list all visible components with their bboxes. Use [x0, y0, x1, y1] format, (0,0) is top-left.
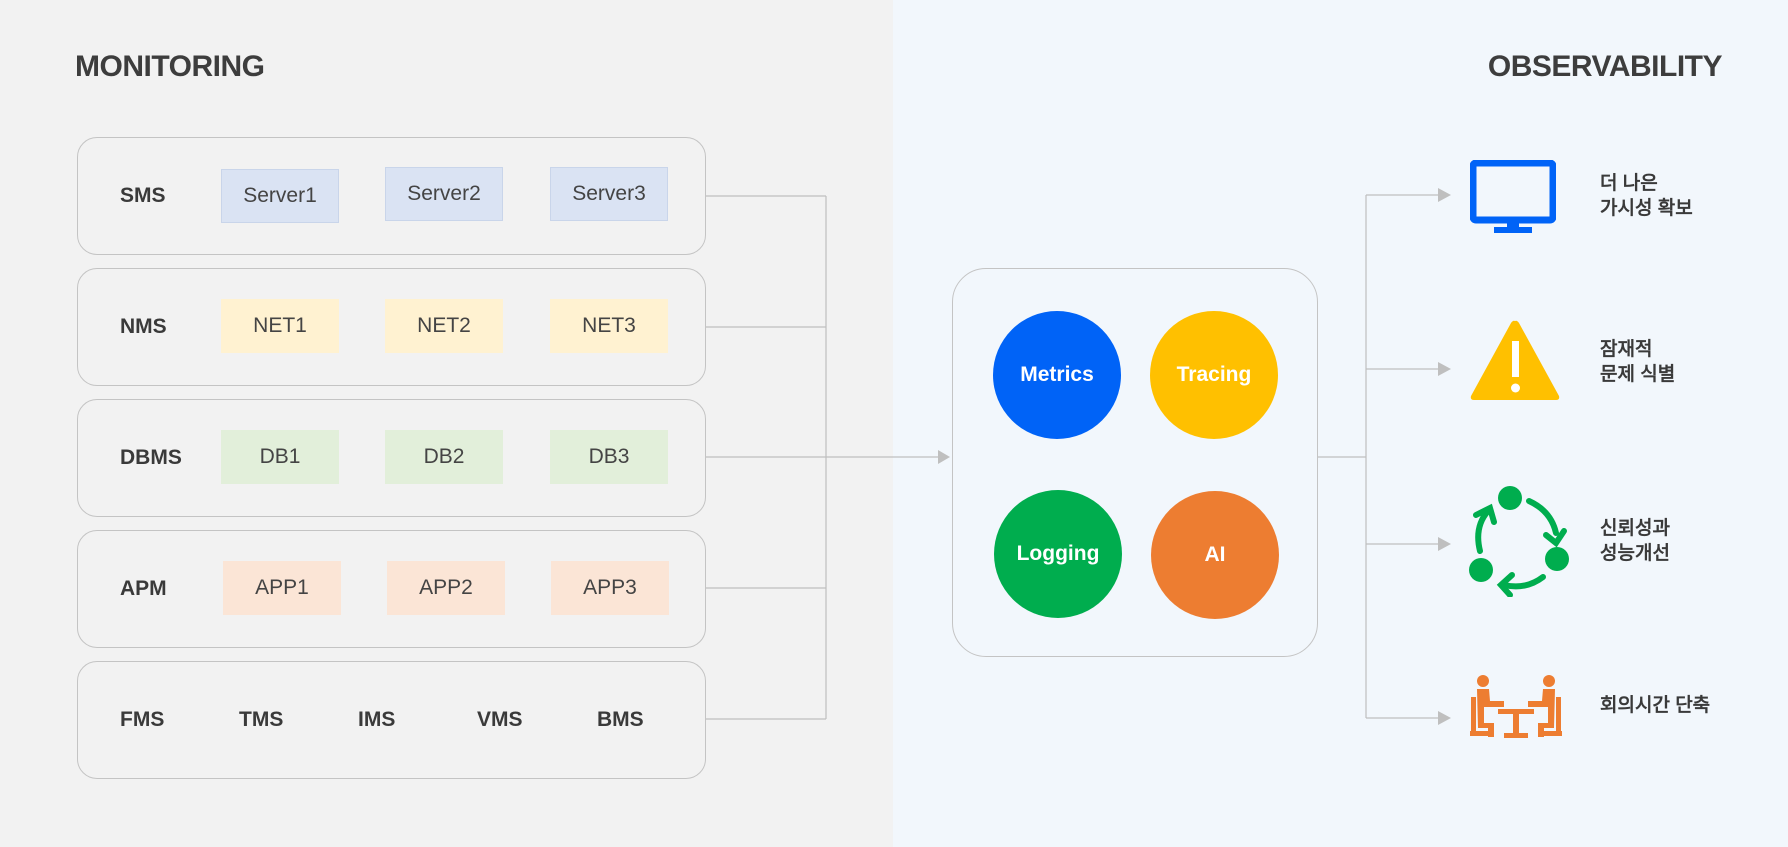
- arrow-to-center: [938, 450, 950, 464]
- chip-net3: NET3: [550, 299, 668, 353]
- system-vms: VMS: [477, 708, 523, 731]
- system-tms: TMS: [239, 708, 284, 731]
- chip-app2: APP2: [387, 561, 505, 615]
- pillar-logging: Logging: [994, 490, 1122, 618]
- label-line: 더 나은: [1600, 173, 1658, 194]
- row-label: SMS: [120, 184, 166, 207]
- chip-server2: Server2: [385, 167, 503, 221]
- label-line: 문제 식별: [1600, 364, 1676, 385]
- chip-app1: APP1: [223, 561, 341, 615]
- arrow-benefit-3: [1438, 537, 1451, 551]
- label-line: 성능개선: [1600, 543, 1670, 564]
- pillar-ai: AI: [1151, 491, 1279, 619]
- system-ims: IMS: [358, 708, 396, 731]
- row-dbms: DBMS DB1 DB2 DB3: [77, 399, 706, 517]
- row-other-systems: FMS TMS IMS VMS BMS: [77, 661, 706, 779]
- arrow-benefit-4: [1438, 711, 1451, 725]
- monitor-icon: [1470, 160, 1556, 233]
- label-line: 가시성 확보: [1600, 198, 1693, 219]
- meeting-icon: [1470, 675, 1562, 738]
- row-label: DBMS: [120, 446, 182, 469]
- chip-db1: DB1: [221, 430, 339, 484]
- benefit-issue-label: 잠재적 문제 식별: [1600, 337, 1675, 387]
- chip-server3: Server3: [550, 167, 668, 221]
- benefit-meeting-label: 회의시간 단축: [1600, 693, 1710, 718]
- chip-db3: DB3: [550, 430, 668, 484]
- chip-net1: NET1: [221, 299, 339, 353]
- warning-icon: [1470, 320, 1560, 400]
- arrow-benefit-2: [1438, 362, 1451, 376]
- row-apm: APM APP1 APP2 APP3: [77, 530, 706, 648]
- label-line: 회의시간 단축: [1600, 695, 1711, 716]
- label-line: 잠재적: [1600, 339, 1653, 360]
- system-bms: BMS: [597, 708, 644, 731]
- chip-app3: APP3: [551, 561, 669, 615]
- row-sms: SMS Server1 Server2 Server3: [77, 137, 706, 255]
- benefit-reliability-label: 신뢰성과 성능개선: [1600, 516, 1670, 566]
- chip-server1: Server1: [221, 169, 339, 223]
- row-label: NMS: [120, 315, 167, 338]
- cycle-icon: [1469, 486, 1569, 597]
- pillar-metrics: Metrics: [993, 311, 1121, 439]
- pillar-tracing: Tracing: [1150, 311, 1278, 439]
- observability-pillars-box: Metrics Tracing Logging AI: [952, 268, 1318, 657]
- row-label: APM: [120, 577, 167, 600]
- chip-db2: DB2: [385, 430, 503, 484]
- benefit-visibility-label: 더 나은 가시성 확보: [1600, 171, 1693, 221]
- arrow-benefit-1: [1438, 188, 1451, 202]
- row-nms: NMS NET1 NET2 NET3: [77, 268, 706, 386]
- chip-net2: NET2: [385, 299, 503, 353]
- label-line: 신뢰성과: [1600, 518, 1670, 539]
- system-fms: FMS: [120, 708, 165, 731]
